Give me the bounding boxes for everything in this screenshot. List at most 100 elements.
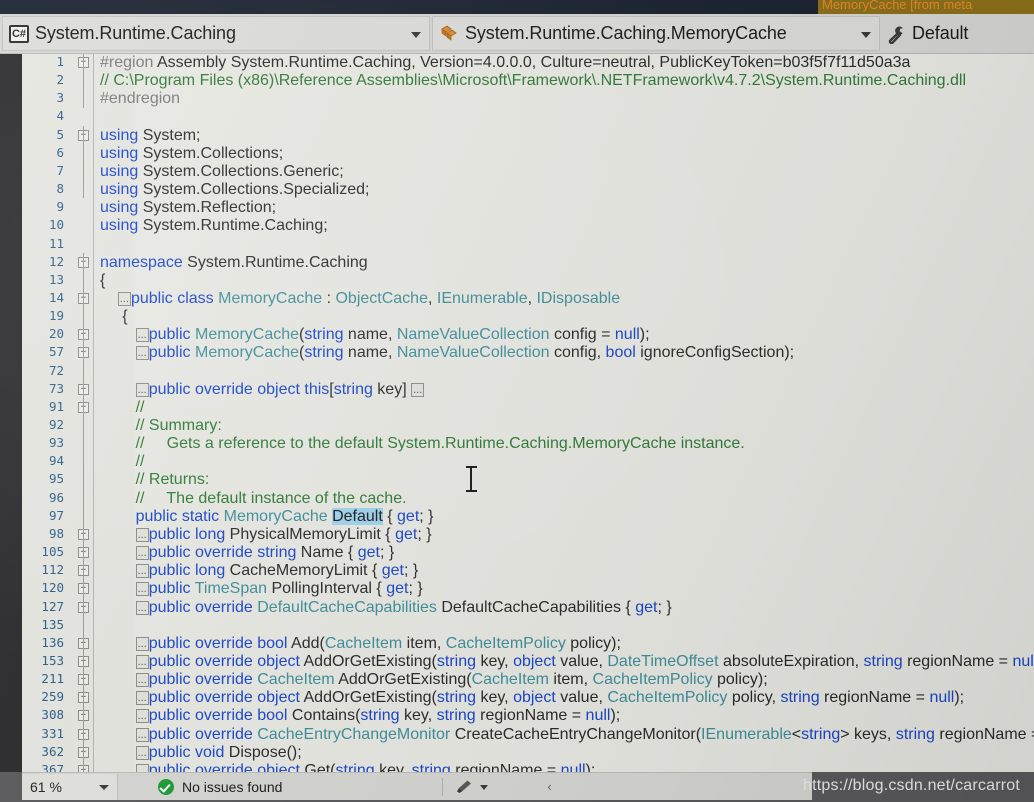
zoom-level-control[interactable]: 61 % — [22, 773, 118, 800]
code-line[interactable]: ... public class MemoryCache : ObjectCach… — [100, 290, 620, 308]
line-number: 2 — [56, 72, 64, 88]
line-number: 10 — [48, 217, 64, 233]
status-separator — [442, 777, 444, 796]
line-number: 112 — [41, 562, 64, 578]
issues-label: No issues found — [182, 778, 283, 795]
code-line[interactable]: ... public void Dispose(); — [100, 744, 302, 762]
line-number: 367 — [41, 761, 64, 772]
code-line[interactable]: ... public override bool Add(CacheItem it… — [100, 635, 621, 653]
tab-strip-background — [0, 0, 818, 14]
chevron-down-icon[interactable] — [479, 781, 491, 793]
code-line[interactable]: using System.Collections; — [100, 145, 283, 163]
code-line[interactable]: ... public override CacheEntryChangeMonit… — [100, 726, 1034, 744]
line-number: 98 — [48, 525, 64, 541]
code-line[interactable]: ... public MemoryCache(string name, NameV… — [100, 326, 650, 344]
member-dropdown[interactable]: Default — [880, 14, 1030, 53]
line-number: 12 — [48, 253, 64, 269]
project-dropdown[interactable]: C# System.Runtime.Caching — [2, 16, 430, 51]
code-line[interactable]: // Gets a reference to the default Syste… — [100, 435, 745, 453]
line-number: 95 — [48, 471, 64, 487]
code-line[interactable]: { — [100, 308, 127, 326]
line-number: 120 — [41, 580, 64, 596]
code-line[interactable]: using System.Runtime.Caching; — [100, 217, 328, 235]
code-editor[interactable]: 1 #region Assembly System.Runtime.Caching… — [0, 54, 1034, 772]
code-line[interactable]: // — [100, 453, 145, 471]
line-number: 135 — [41, 616, 64, 632]
code-line[interactable]: ... public MemoryCache(string name, NameV… — [100, 344, 794, 362]
code-line[interactable]: // The default instance of the cache. — [100, 490, 407, 508]
line-number: 3 — [56, 90, 64, 106]
line-number: 73 — [48, 380, 64, 396]
line-number: 19 — [48, 308, 64, 324]
project-dropdown-label: System.Runtime.Caching — [35, 23, 236, 43]
line-number: 211 — [41, 671, 64, 687]
code-line[interactable]: ... public long CacheMemoryLimit { get; } — [100, 562, 418, 580]
scroll-left-chevron[interactable]: ‹ — [547, 779, 551, 794]
chevron-down-icon[interactable] — [409, 27, 423, 41]
code-line[interactable]: // — [100, 399, 145, 417]
code-line[interactable]: ... public override DefaultCacheCapabilit… — [100, 599, 672, 617]
code-line[interactable]: ... public TimeSpan PollingInterval { get… — [100, 580, 423, 598]
status-bar-inner: 61 % No issues found ‹ — [22, 772, 812, 800]
code-line[interactable]: ... public override string Name { get; } — [100, 544, 394, 562]
line-number: 7 — [56, 162, 64, 178]
line-number: 8 — [56, 181, 64, 197]
code-line[interactable]: ... public override object AddOrGetExisti… — [100, 689, 964, 707]
code-line[interactable]: #region Assembly System.Runtime.Caching,… — [100, 54, 910, 72]
i-beam-cursor — [466, 466, 477, 492]
code-line[interactable]: ... public override CacheItem AddOrGetExi… — [100, 671, 768, 689]
line-number: 153 — [41, 652, 64, 668]
line-number: 13 — [48, 271, 64, 287]
code-line[interactable]: // C:\Program Files (x86)\Reference Asse… — [100, 72, 966, 90]
code-line[interactable]: ... public override object Get(string key… — [100, 762, 595, 772]
line-number: 20 — [48, 326, 64, 342]
outlining-rail — [93, 54, 94, 772]
code-line[interactable]: { — [100, 272, 105, 290]
line-number: 259 — [41, 689, 64, 705]
document-tab-strip: MemoryCache [from meta — [0, 0, 1034, 14]
line-number: 6 — [56, 144, 64, 160]
check-circle-icon — [158, 778, 174, 795]
line-number: 14 — [48, 289, 64, 305]
navigation-bar: C# System.Runtime.Caching System.Runtime… — [0, 14, 1034, 54]
type-dropdown[interactable]: System.Runtime.Caching.MemoryCache — [432, 16, 880, 51]
line-number: 9 — [56, 199, 64, 215]
line-number: 92 — [48, 417, 64, 432]
code-line[interactable]: using System; — [100, 127, 200, 145]
code-line[interactable]: ... public override object AddOrGetExisti… — [100, 653, 1034, 671]
line-number: 94 — [48, 453, 64, 469]
line-number: 11 — [48, 235, 64, 251]
member-dropdown-label: Default — [912, 23, 969, 43]
csharp-icon: C# — [9, 24, 29, 43]
line-number: 57 — [48, 344, 64, 360]
code-line[interactable]: #endregion — [100, 90, 180, 108]
line-number: 93 — [48, 435, 64, 451]
code-line[interactable]: // Returns: — [100, 471, 210, 489]
code-line[interactable]: using System.Reflection; — [100, 199, 276, 217]
code-line[interactable]: ... public override object this[string ke… — [100, 381, 425, 399]
outlining-guide — [83, 126, 84, 198]
brush-icon[interactable] — [455, 779, 473, 795]
outlining-guide — [83, 253, 84, 772]
code-line[interactable]: ... public long PhysicalMemoryLimit { get… — [100, 526, 432, 544]
code-line[interactable]: ... public override bool Contains(string … — [100, 707, 620, 725]
document-tab-memorycache[interactable]: MemoryCache [from meta — [818, 0, 1034, 14]
line-number: 331 — [41, 725, 64, 741]
chevron-down-icon[interactable] — [97, 780, 111, 794]
watermark-url: https://blog.csdn.net/carcarrot — [803, 777, 1020, 794]
issues-indicator[interactable]: No issues found — [158, 778, 283, 795]
code-line[interactable]: namespace System.Runtime.Caching — [100, 254, 368, 272]
type-dropdown-label: System.Runtime.Caching.MemoryCache — [465, 23, 787, 43]
chevron-down-icon[interactable] — [859, 27, 873, 41]
code-line[interactable]: public static MemoryCache Default { get;… — [100, 507, 434, 526]
wrench-icon — [886, 24, 906, 44]
line-number: 96 — [48, 489, 64, 505]
line-number: 97 — [48, 507, 64, 523]
code-line[interactable]: using System.Collections.Generic; — [100, 163, 344, 181]
line-number: 5 — [56, 126, 64, 142]
class-icon — [439, 25, 459, 43]
code-line[interactable]: using System.Collections.Specialized; — [100, 181, 369, 199]
line-number: 1 — [56, 54, 64, 69]
code-line[interactable]: // Summary: — [100, 417, 222, 435]
line-number: 308 — [41, 707, 64, 723]
